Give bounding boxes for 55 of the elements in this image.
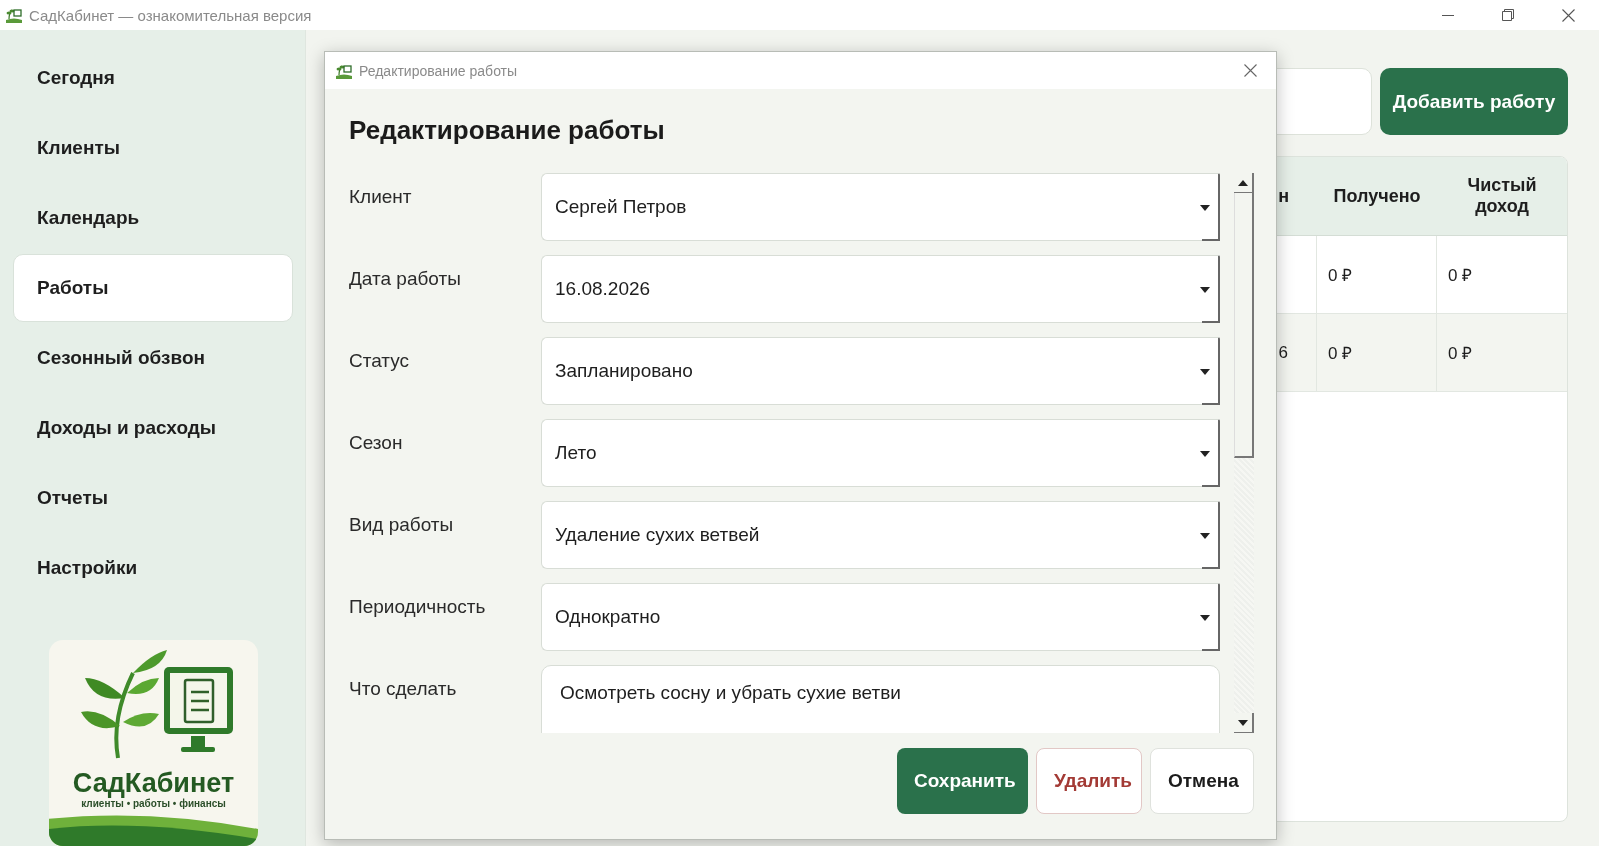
- dropdown-field[interactable]: Однократно: [541, 583, 1220, 651]
- table-cell-text: 0 ₽: [1448, 265, 1473, 286]
- add-job-button[interactable]: Добавить работу: [1380, 68, 1568, 135]
- app-icon: [5, 7, 23, 23]
- dropdown-field[interactable]: Запланировано: [541, 337, 1220, 405]
- sidebar-item[interactable]: Работы: [13, 254, 293, 322]
- sidebar-item[interactable]: Сегодня: [13, 44, 293, 112]
- dropdown-field[interactable]: Сергей Петров: [541, 173, 1220, 241]
- restore-icon[interactable]: [1502, 9, 1514, 21]
- sidebar-item[interactable]: Настройки: [13, 534, 293, 602]
- text-area[interactable]: Осмотреть сосну и убрать сухие ветви: [541, 665, 1220, 733]
- table-cell: 6: [1278, 342, 1288, 363]
- save-button[interactable]: Сохранить: [897, 748, 1028, 814]
- caret-icon: [1200, 451, 1210, 457]
- sidebar-item[interactable]: Отчеты: [13, 464, 293, 532]
- close-icon[interactable]: [1562, 8, 1575, 22]
- field-label: Клиент: [349, 185, 413, 209]
- dropdown-field[interactable]: Удаление сухих ветвей: [541, 501, 1220, 569]
- caret-icon: [1200, 369, 1210, 375]
- caret-icon: [1200, 205, 1210, 211]
- triangle-up-icon: [1238, 179, 1248, 186]
- window-title: СадКабинет — ознакомительная версия: [29, 6, 312, 24]
- dropdown-field[interactable]: Лето: [541, 419, 1220, 487]
- scrollbar[interactable]: [1234, 173, 1254, 733]
- caret-icon: [1200, 533, 1210, 539]
- cancel-button[interactable]: Отмена: [1150, 748, 1254, 814]
- field-label: Дата работы: [349, 267, 462, 291]
- table-cell-text: 0 ₽: [1328, 343, 1353, 364]
- caret-icon: [1200, 287, 1210, 293]
- table-cell-text: 0 ₽: [1448, 343, 1473, 364]
- field-label: Статус: [349, 349, 411, 373]
- column-header: Чистый доход: [1466, 174, 1538, 218]
- logo-title: СадКабинет: [71, 768, 236, 799]
- scroll-thumb[interactable]: [1234, 193, 1254, 458]
- sidebar-item[interactable]: Календарь: [13, 184, 293, 252]
- dialog-title: Редактирование работы: [359, 62, 518, 79]
- column-header: Получено: [1332, 184, 1422, 208]
- scroll-down-button[interactable]: [1234, 713, 1254, 733]
- dropdown-field[interactable]: 16.08.2026: [541, 255, 1220, 323]
- app-icon: [335, 62, 353, 79]
- dialog-heading: Редактирование работы: [349, 115, 666, 147]
- caret-icon: [1200, 615, 1210, 621]
- column-header: н: [1278, 185, 1289, 207]
- sidebar-item[interactable]: Доходы и расходы: [13, 394, 293, 462]
- sidebar-item[interactable]: Сезонный обзвон: [13, 324, 293, 392]
- field-label: Сезон: [349, 431, 404, 455]
- field-label: Вид работы: [349, 513, 455, 537]
- field-label: Периодичность: [349, 595, 487, 619]
- delete-button[interactable]: Удалить: [1036, 748, 1142, 814]
- table-cell-text: 0 ₽: [1328, 265, 1353, 286]
- close-icon[interactable]: [1244, 64, 1257, 77]
- triangle-down-icon: [1238, 719, 1248, 726]
- sidebar-item[interactable]: Клиенты: [13, 114, 293, 182]
- logo-tagline: клиенты • работы • финансы: [81, 798, 226, 809]
- field-label: Что сделать: [349, 677, 458, 701]
